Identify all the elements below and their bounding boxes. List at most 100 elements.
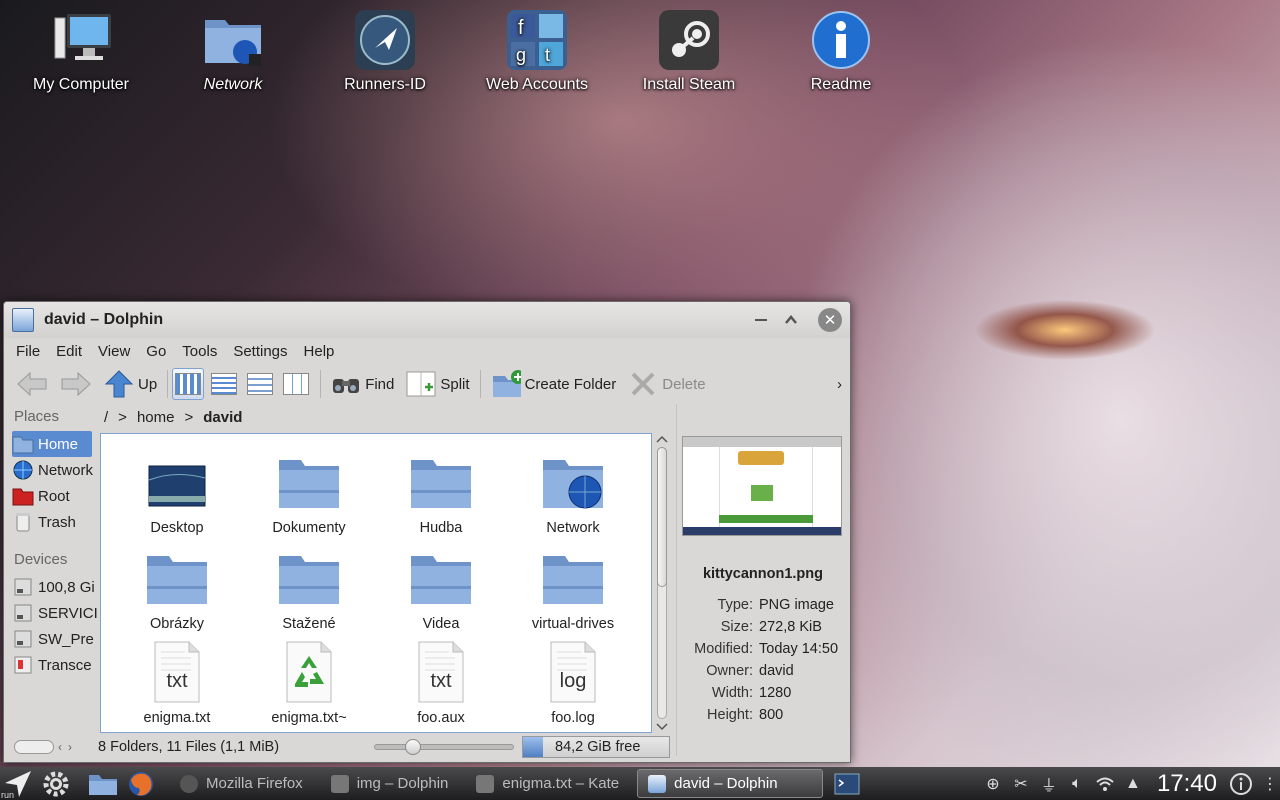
task-david-dolphin[interactable]: david – Dolphin [637,769,824,798]
menu-view[interactable]: View [90,343,138,360]
panel-toolbox-icon[interactable]: ⋮ [1262,773,1278,795]
breadcrumb-current[interactable]: david [203,409,242,426]
network-tray-icon[interactable]: ⊕ [982,773,1004,795]
home-folder-icon[interactable] [86,773,120,795]
firefox-icon[interactable] [126,771,156,796]
file-item-foo-log[interactable]: log foo.log [507,640,639,726]
split-button[interactable]: Split [400,366,475,402]
folder-icon [145,546,209,610]
devices-item-label: SW_Pre [38,630,94,648]
task-label: david – Dolphin [674,775,778,792]
file-item-network[interactable]: Network [507,450,639,536]
svg-text:t: t [545,45,550,65]
clock[interactable]: 17:40 [1157,770,1217,798]
zoom-slider[interactable] [374,739,514,755]
file-name: Hudba [419,520,463,536]
desktop-icon-install-steam[interactable]: Install Steam [629,8,749,94]
back-button[interactable] [10,366,54,402]
notifications-expand-icon[interactable]: ▲ [1122,773,1144,795]
menu-help[interactable]: Help [296,343,343,360]
menu-edit[interactable]: Edit [48,343,90,360]
breadcrumb-root[interactable]: / [104,409,108,426]
file-item-dokumenty[interactable]: Dokumenty [243,450,375,536]
scrollbar-thumb[interactable] [657,447,667,587]
places-item-trash[interactable]: Trash [12,509,98,535]
breadcrumb-separator: > [184,408,194,426]
gear-icon[interactable] [39,771,73,796]
forward-button[interactable] [54,366,98,402]
info-icon[interactable] [1230,772,1252,795]
free-space-indicator[interactable]: 84,2 GiB free [522,736,670,758]
desktop-icon-my-computer[interactable]: My Computer [21,8,141,94]
desktop-icon-network[interactable]: Network [173,8,293,94]
file-view-scrollbar[interactable] [654,433,670,733]
file-item-obrazky[interactable]: Obrázky [111,546,243,632]
places-item-home[interactable]: Home [12,431,92,457]
svg-text:g: g [516,45,526,65]
devices-heading: Devices [14,551,68,568]
information-panel: kittycannon1.png Type: PNG image Size: 272… [676,404,848,756]
desktop-icon-readme[interactable]: Readme [781,8,901,94]
krunner-launcher[interactable]: run [0,767,36,800]
file-item-virtual-drives[interactable]: virtual-drives [507,546,639,632]
places-scrollbar[interactable]: ‹ › [14,737,76,757]
menu-file[interactable]: File [8,343,48,360]
web-accounts-icon: fgt [505,8,569,72]
menu-tools[interactable]: Tools [174,343,225,360]
delete-button[interactable]: Delete [622,366,711,402]
places-item-network[interactable]: Network [12,457,98,483]
file-view[interactable]: Desktop Dokumenty Hudba Network Obrázky … [100,433,652,733]
file-item-enigma-txt[interactable]: txt enigma.txt [111,640,243,726]
toolbar-overflow-button[interactable]: › [831,366,848,402]
up-button[interactable]: Up [98,366,163,402]
devices-item-servici[interactable]: SERVICI [12,600,98,626]
file-item-videa[interactable]: Videa [375,546,507,632]
task-firefox[interactable]: Mozilla Firefox [170,769,313,798]
file-item-desktop[interactable]: Desktop [111,450,243,536]
wifi-icon[interactable] [1094,773,1116,795]
desktop-icon-runners-id[interactable]: Runners-ID [325,8,445,94]
task-kate[interactable]: enigma.txt – Kate [466,769,629,798]
scroll-right-icon[interactable]: › [68,740,72,754]
recycle-file-icon [277,640,341,704]
close-button[interactable]: ✕ [818,308,842,332]
folder-icon [541,546,605,610]
window-titlebar[interactable]: david – Dolphin ✕ [4,302,850,338]
zoom-slider-handle[interactable] [405,739,421,755]
file-item-foo-aux[interactable]: txt foo.aux [375,640,507,726]
devices-item-disk[interactable]: 100,8 Gi [12,574,98,600]
create-folder-button[interactable]: Create Folder [485,366,623,402]
terminal-icon[interactable] [833,773,861,795]
find-button[interactable]: Find [325,366,400,402]
menu-settings[interactable]: Settings [225,343,295,360]
volume-icon[interactable]: 🔈︎ [1066,773,1088,795]
file-item-enigma-backup[interactable]: enigma.txt~ [243,640,375,726]
file-item-hudba[interactable]: Hudba [375,450,507,536]
task-label: img – Dolphin [356,775,449,792]
minimize-button[interactable] [748,307,774,333]
network-folder-icon [201,8,265,72]
maximize-button[interactable] [778,307,804,333]
menu-go[interactable]: Go [138,343,174,360]
places-scroll-thumb[interactable] [14,740,54,754]
dolphin-app-icon[interactable] [12,308,34,332]
devices-item-sw-pre[interactable]: SW_Pre [12,626,98,652]
file-item-stazene[interactable]: Stažené [243,546,375,632]
breadcrumb-home[interactable]: home [137,409,175,426]
task-img-dolphin[interactable]: img – Dolphin [321,769,459,798]
devices-item-transcend[interactable]: Transce [12,652,98,678]
places-item-root[interactable]: Root [12,483,98,509]
scroll-left-icon[interactable]: ‹ [58,740,62,754]
drive-icon [12,603,34,623]
places-panel: Places Home Network Root Trash Devices 1… [4,404,98,734]
compact-view-button[interactable] [208,368,240,400]
desktop-icon-web-accounts[interactable]: fgt Web Accounts [477,8,597,94]
icons-view-button[interactable] [172,368,205,400]
columns-view-button[interactable] [280,368,312,400]
folder-icon [409,546,473,610]
close-icon: ✕ [823,312,837,329]
scissors-icon[interactable]: ✂ [1010,773,1032,795]
file-ext-label: txt [430,670,452,692]
usb-icon[interactable]: ⏚ [1038,773,1060,795]
details-view-button[interactable] [244,368,276,400]
